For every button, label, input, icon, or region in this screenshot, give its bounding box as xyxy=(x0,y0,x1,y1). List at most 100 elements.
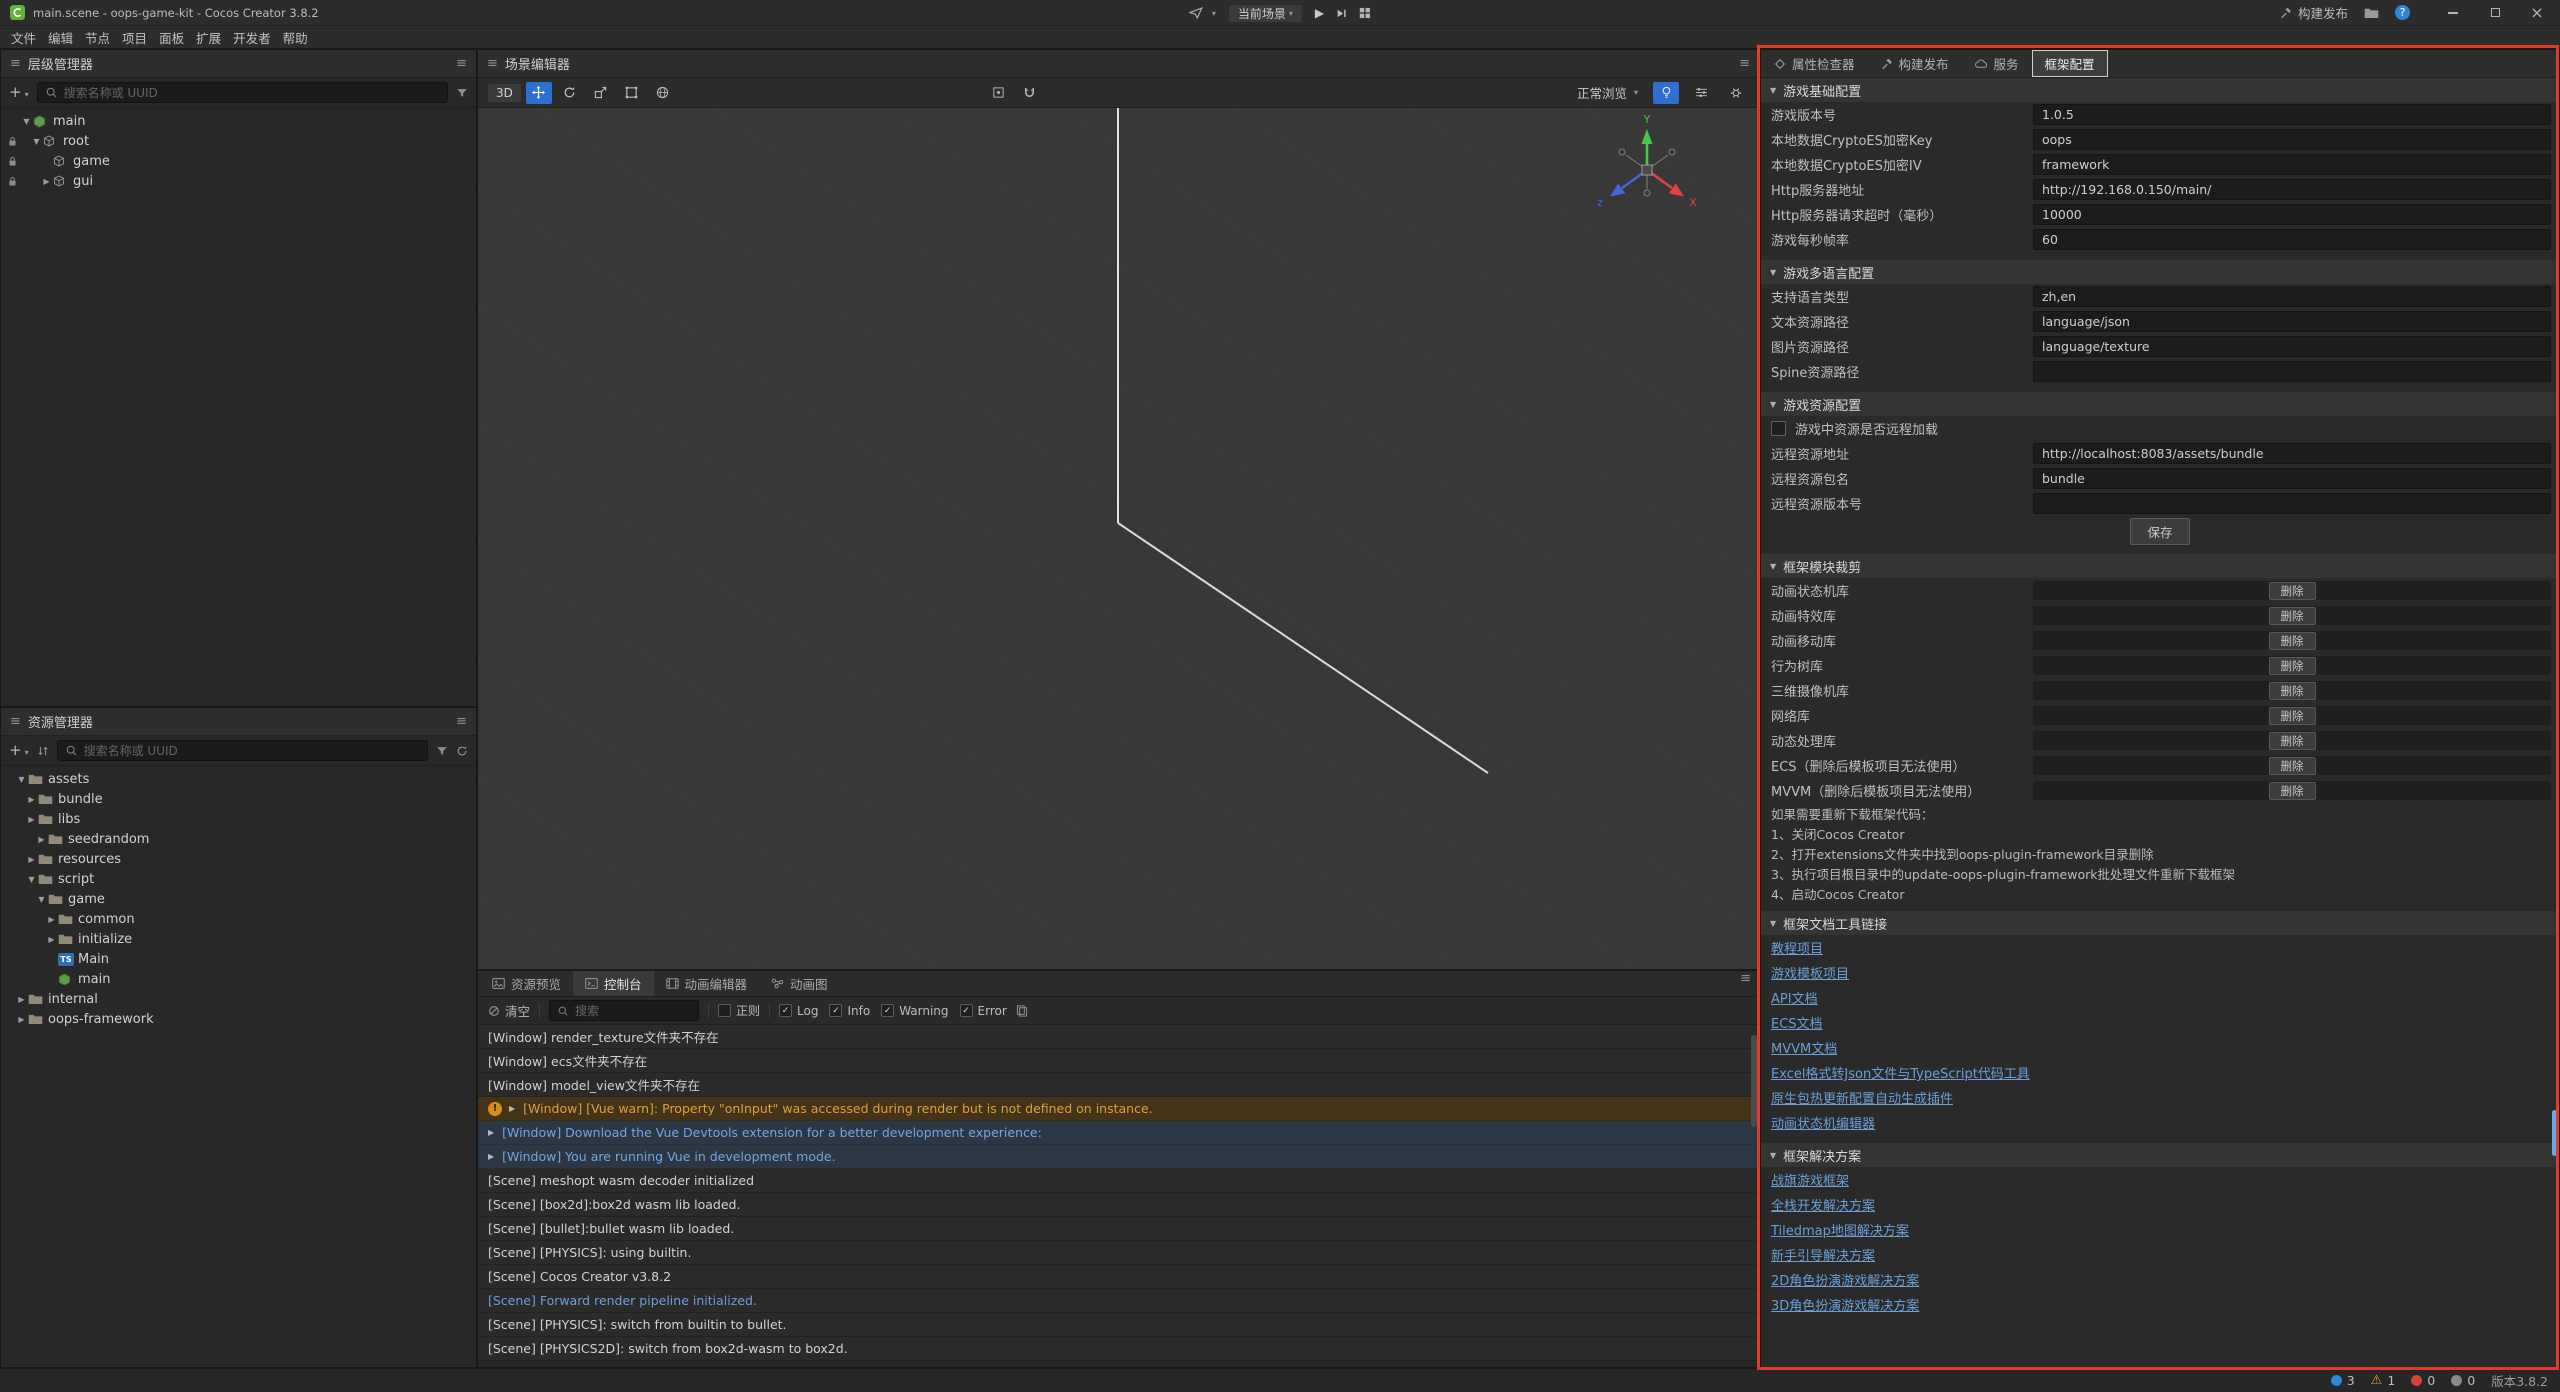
inspector-tab-框架配置[interactable]: 框架配置 xyxy=(2032,50,2108,77)
console-search-input[interactable] xyxy=(575,1004,691,1018)
delete-button[interactable]: 删除 xyxy=(2269,657,2316,675)
doc-link[interactable]: 原生包热更新配置自动生成插件 xyxy=(1771,1088,1953,1107)
property-input[interactable] xyxy=(2033,336,2551,357)
transform-space-button[interactable] xyxy=(650,82,676,104)
delete-button[interactable]: 删除 xyxy=(2269,732,2316,750)
arrow-right-icon[interactable]: ▶ xyxy=(45,935,58,944)
doc-link[interactable]: 3D角色扮演游戏解决方案 xyxy=(1771,1295,1919,1314)
console-log-row[interactable]: [Scene] Cocos Creator v3.8.2 xyxy=(478,1265,1759,1289)
section-header[interactable]: ▼游戏资源配置 xyxy=(1761,392,2559,416)
menu-item-3[interactable]: 项目 xyxy=(116,28,153,47)
delete-button[interactable]: 删除 xyxy=(2269,707,2316,725)
save-button[interactable]: 保存 xyxy=(2130,518,2189,545)
orientation-gizmo[interactable]: Y X z xyxy=(1587,110,1707,230)
tree-node-gui[interactable]: ▶gui xyxy=(1,171,476,191)
arrow-right-icon[interactable]: ▶ xyxy=(15,1015,28,1024)
expand-arrow-icon[interactable]: ▶ xyxy=(509,1104,515,1113)
menu-item-5[interactable]: 扩展 xyxy=(190,28,227,47)
view-mode-select[interactable]: 正常浏览▾ xyxy=(1571,81,1644,104)
arrow-right-icon[interactable]: ▶ xyxy=(25,815,38,824)
menu-item-4[interactable]: 面板 xyxy=(153,28,190,47)
preview-device-button[interactable]: ▾ xyxy=(1189,7,1216,19)
doc-link[interactable]: 新手引导解决方案 xyxy=(1771,1245,1875,1264)
rotate-tool-button[interactable] xyxy=(557,82,583,104)
property-input[interactable] xyxy=(2033,104,2551,125)
console-log-row[interactable]: [Scene] [PHYSICS2D]: switch from box2d-w… xyxy=(478,1337,1759,1361)
checkbox-icon[interactable] xyxy=(1771,421,1786,436)
doc-link[interactable]: 战旗游戏框架 xyxy=(1771,1170,1849,1189)
section-header[interactable]: ▼游戏基础配置 xyxy=(1761,78,2559,102)
checkbox-icon[interactable] xyxy=(718,1004,731,1017)
console-tab-0[interactable]: 资源预览 xyxy=(480,971,573,996)
arrow-down-icon[interactable]: ▼ xyxy=(15,775,28,784)
panel-menu-icon[interactable]: ≡ xyxy=(1739,56,1750,71)
console-log-row[interactable]: [Scene] [PHYSICS]: using builtin. xyxy=(478,1241,1759,1265)
console-filter-Log[interactable]: ✓Log xyxy=(779,1004,818,1018)
arrow-right-icon[interactable]: ▶ xyxy=(45,915,58,924)
delete-button[interactable]: 删除 xyxy=(2269,582,2316,600)
property-input[interactable] xyxy=(2033,361,2551,382)
console-tab-2[interactable]: 动画编辑器 xyxy=(654,971,760,996)
hierarchy-search[interactable] xyxy=(37,82,448,103)
console-log-row[interactable]: [Scene] [box2d]:box2d wasm lib loaded. xyxy=(478,1193,1759,1217)
inspector-scrollbar[interactable] xyxy=(2552,1110,2557,1156)
section-header[interactable]: ▼游戏多语言配置 xyxy=(1761,260,2559,284)
doc-link[interactable]: 游戏模板项目 xyxy=(1771,963,1849,982)
tree-node-libs[interactable]: ▶libs xyxy=(1,809,476,829)
inspector-tab-服务[interactable]: 服务 xyxy=(1962,50,2032,77)
tree-node-initialize[interactable]: ▶initialize xyxy=(1,929,476,949)
arrow-right-icon[interactable]: ▶ xyxy=(25,795,38,804)
doc-link[interactable]: API文档 xyxy=(1771,988,1818,1007)
property-input[interactable] xyxy=(2033,493,2551,514)
create-asset-button[interactable]: +▾ xyxy=(9,743,29,758)
expand-arrow-icon[interactable]: ▶ xyxy=(488,1128,494,1137)
scene-viewport[interactable]: Y X z xyxy=(478,108,1759,969)
console-log-row[interactable]: ▶[Window] You are running Vue in develop… xyxy=(478,1145,1759,1169)
move-tool-button[interactable] xyxy=(526,82,552,104)
delete-button[interactable]: 删除 xyxy=(2269,607,2316,625)
tree-node-Main[interactable]: TSMain xyxy=(1,949,476,969)
property-input[interactable] xyxy=(2033,468,2551,489)
checkbox-icon[interactable]: ✓ xyxy=(881,1004,894,1017)
tree-node-seedrandom[interactable]: ▶seedrandom xyxy=(1,829,476,849)
tree-node-bundle[interactable]: ▶bundle xyxy=(1,789,476,809)
status-warning-count[interactable]: ⚠1 xyxy=(2371,1373,2396,1388)
open-project-folder-button[interactable] xyxy=(2364,7,2379,19)
property-input[interactable] xyxy=(2033,204,2551,225)
tree-node-root[interactable]: ▼root xyxy=(1,131,476,151)
doc-link[interactable]: MVVM文档 xyxy=(1771,1038,1837,1057)
property-input[interactable] xyxy=(2033,443,2551,464)
console-log-row[interactable]: [Scene] meshopt wasm decoder initialized xyxy=(478,1169,1759,1193)
assets-search-input[interactable] xyxy=(84,744,420,758)
console-search[interactable] xyxy=(549,1000,699,1021)
minimize-button[interactable] xyxy=(2440,12,2466,14)
console-tab-3[interactable]: 动画图 xyxy=(759,971,840,996)
console-log-row[interactable]: !▶[Window] [Vue warn]: Property "onInput… xyxy=(478,1097,1759,1121)
arrow-down-icon[interactable]: ▼ xyxy=(25,875,38,884)
console-filter-Warning[interactable]: ✓Warning xyxy=(881,1004,948,1018)
property-input[interactable] xyxy=(2033,179,2551,200)
arrow-right-icon[interactable]: ▶ xyxy=(25,855,38,864)
status-info-count[interactable]: 3 xyxy=(2331,1373,2355,1388)
maximize-button[interactable] xyxy=(2482,8,2508,17)
tree-node-game[interactable]: ▼game xyxy=(1,889,476,909)
property-input[interactable] xyxy=(2033,229,2551,250)
regex-toggle[interactable]: 正则 xyxy=(718,1002,760,1019)
console-log-row[interactable]: [Window] model_view文件夹不存在 xyxy=(478,1073,1759,1097)
tree-node-internal[interactable]: ▶internal xyxy=(1,989,476,1009)
doc-link[interactable]: ECS文档 xyxy=(1771,1013,1823,1032)
doc-link[interactable]: Tiledmap地图解决方案 xyxy=(1771,1220,1909,1239)
build-publish-button[interactable]: 构建发布 xyxy=(2280,3,2348,22)
delete-button[interactable]: 删除 xyxy=(2269,682,2316,700)
lighting-toggle-button[interactable] xyxy=(1653,82,1679,104)
tree-node-assets[interactable]: ▼assets xyxy=(1,769,476,789)
view-options-button[interactable] xyxy=(1688,82,1714,104)
create-node-button[interactable]: +▾ xyxy=(9,85,29,100)
expand-arrow-icon[interactable]: ▶ xyxy=(488,1152,494,1161)
menu-item-1[interactable]: 编辑 xyxy=(42,28,79,47)
scene-select[interactable]: 当前场景▾ xyxy=(1228,4,1303,23)
arrow-right-icon[interactable]: ▶ xyxy=(35,835,48,844)
filter-icon[interactable] xyxy=(456,87,468,99)
arrow-right-icon[interactable]: ▶ xyxy=(40,177,53,186)
console-log-row[interactable]: [Window] render_texture文件夹不存在 xyxy=(478,1025,1759,1049)
